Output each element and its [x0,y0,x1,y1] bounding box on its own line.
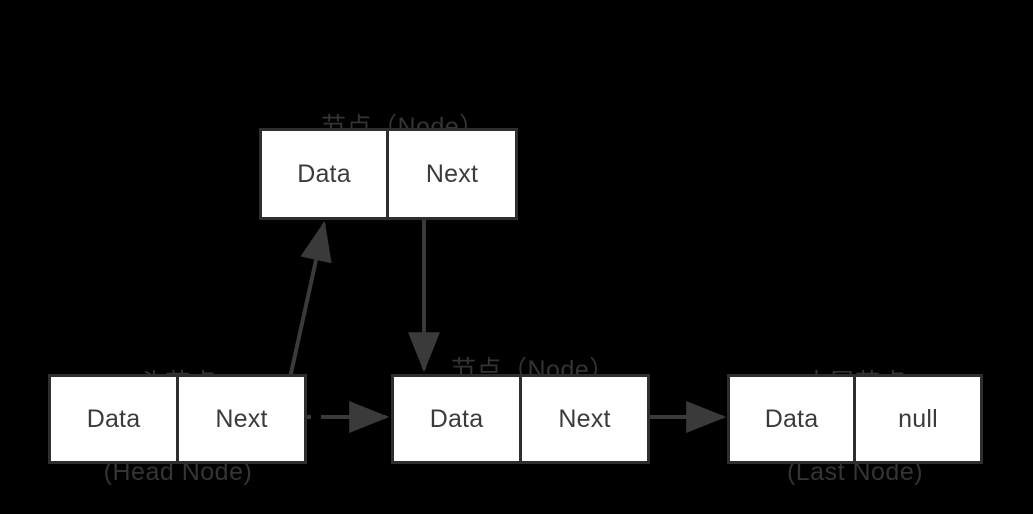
node-detail-data-label: Data [297,159,351,188]
diagram-canvas: 节点（Node） 头节点 (Head Node) 节点（Node） 末尾节点 (… [0,0,1033,514]
head-node-data-label: Data [86,404,141,433]
node-detail-next-label: Next [425,159,479,188]
node-detail-data-cell[interactable]: Data [262,131,389,217]
last-node-data-cell[interactable]: Data [730,377,856,461]
middle-node-next-label: Next [558,404,611,433]
node-detail[interactable]: Data Next [259,128,518,220]
middle-node-data-label: Data [429,404,484,433]
last-node-data-label: Data [764,404,819,433]
last-node[interactable]: Data null [727,374,983,464]
node-detail-next-cell[interactable]: Next [389,131,515,217]
last-node-next-label: null [898,404,938,433]
head-node-next-cell[interactable]: Next [179,377,304,461]
middle-node[interactable]: Data Next [391,374,650,464]
middle-node-data-cell[interactable]: Data [394,377,522,461]
head-node-data-cell[interactable]: Data [51,377,179,461]
head-node[interactable]: Data Next [48,374,307,464]
last-node-next-cell[interactable]: null [856,377,980,461]
head-node-next-label: Next [215,404,268,433]
middle-node-next-cell[interactable]: Next [522,377,647,461]
